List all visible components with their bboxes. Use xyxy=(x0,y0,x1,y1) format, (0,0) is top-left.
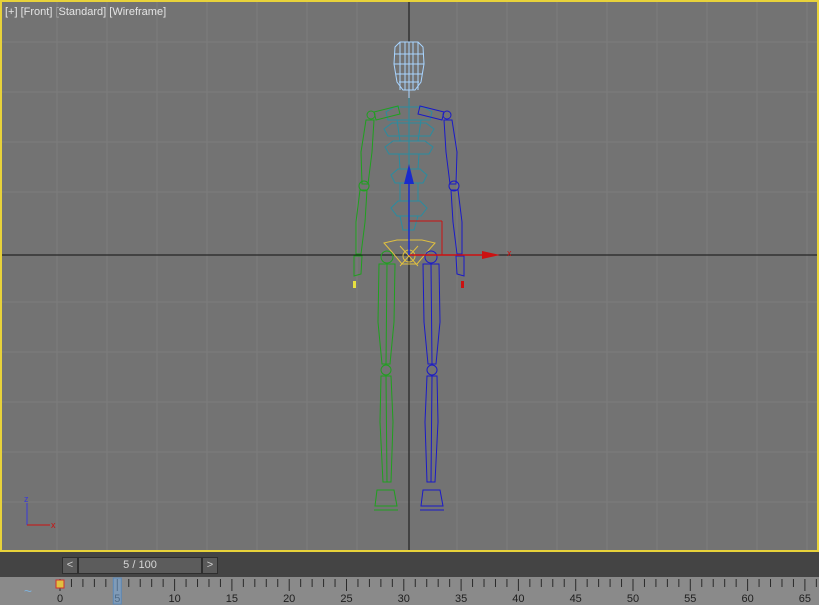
front-viewport[interactable]: [+] [Front] [Standard] [Wireframe] x z x xyxy=(0,0,819,552)
frame-ruler[interactable]: 05101520253035404550556065 xyxy=(0,577,819,605)
tripod-z-label: z xyxy=(24,494,29,504)
gizmo-x-label: x xyxy=(507,248,512,258)
tick-label: 55 xyxy=(684,593,696,605)
tick-label: 65 xyxy=(799,593,811,605)
viewport-canvas[interactable]: x z x xyxy=(2,2,817,550)
biped-head[interactable] xyxy=(393,41,425,98)
next-frame-button[interactable]: > xyxy=(202,557,218,574)
tick-label: 30 xyxy=(398,593,410,605)
biped-left-leg[interactable] xyxy=(374,250,398,511)
tick-label: 15 xyxy=(226,593,238,605)
axis-tripod: z x xyxy=(24,494,56,530)
tick-label: 35 xyxy=(455,593,467,605)
time-slider-row: < 5 / 100 > xyxy=(0,552,819,577)
left-hand-marker xyxy=(353,281,356,288)
timeline-panel: < 5 / 100 > 05101520253035404550556065 ~ xyxy=(0,552,819,605)
right-hand-marker xyxy=(461,281,464,288)
biped-left-arm[interactable] xyxy=(353,105,401,277)
tick-label: 20 xyxy=(283,593,295,605)
tick-label: 45 xyxy=(570,593,582,605)
track-bar[interactable]: 05101520253035404550556065 ~ xyxy=(0,577,819,605)
tick-label: 25 xyxy=(340,593,352,605)
tick-label: 50 xyxy=(627,593,639,605)
tripod-x-label: x xyxy=(51,520,56,530)
curve-editor-icon[interactable]: ~ xyxy=(18,581,38,601)
prev-frame-button[interactable]: < xyxy=(62,557,78,574)
tick-label: 10 xyxy=(168,593,180,605)
time-slider[interactable]: 5 / 100 xyxy=(78,557,202,574)
tick-label: 0 xyxy=(57,593,63,605)
gizmo-z-arrow xyxy=(404,164,414,184)
keyframe-marker[interactable] xyxy=(55,579,65,589)
move-gizmo[interactable]: x xyxy=(404,164,512,259)
tick-label: 40 xyxy=(512,593,524,605)
gizmo-x-arrow xyxy=(482,251,500,259)
tick-label: 60 xyxy=(741,593,753,605)
current-frame-marker[interactable] xyxy=(112,577,122,605)
biped-right-leg[interactable] xyxy=(420,250,444,511)
